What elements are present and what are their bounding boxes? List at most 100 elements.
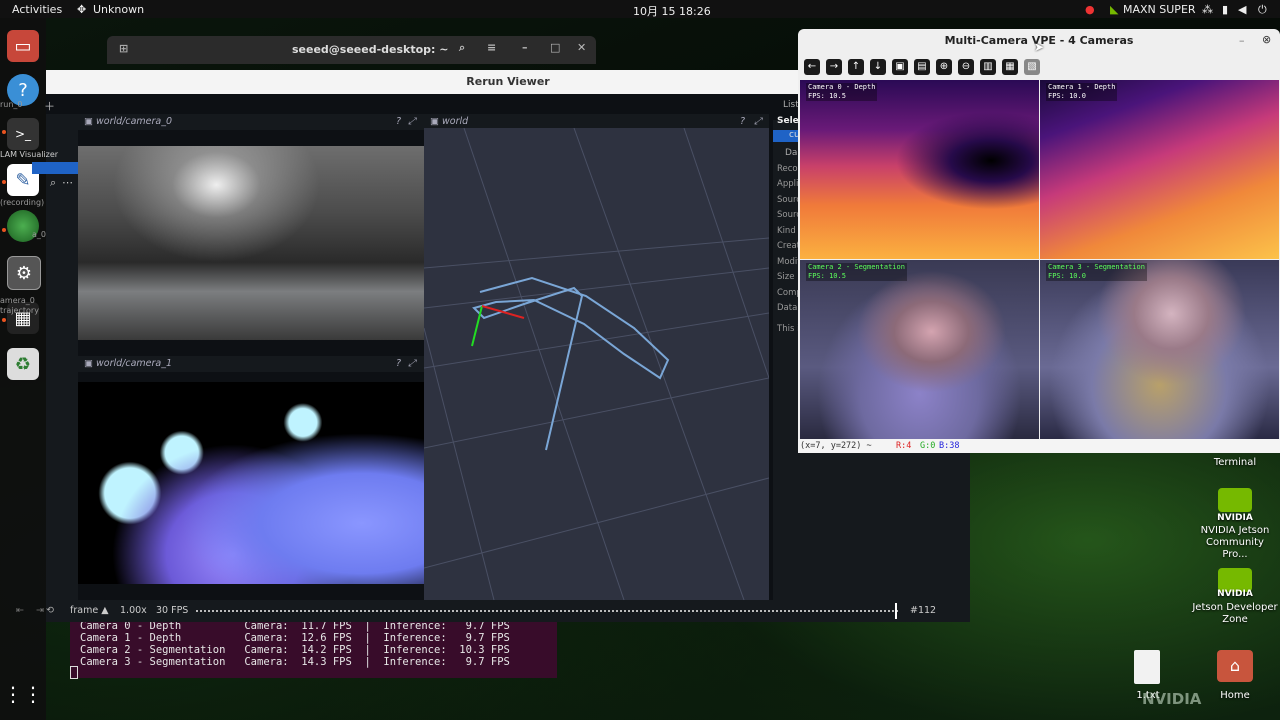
camera-1-depth-view[interactable]: Camera 1 - Depth FPS: 10.0: [1040, 80, 1279, 259]
terminal-icon[interactable]: >_: [7, 118, 39, 150]
home-folder[interactable]: ⌂ Home: [1210, 648, 1260, 704]
image-view-icon: ▣: [84, 116, 93, 127]
minimize-icon[interactable]: –: [1239, 34, 1245, 47]
add-view-icon[interactable]: ＋: [44, 98, 55, 114]
loop-icon[interactable]: ⟲: [46, 605, 54, 616]
app-menu-label[interactable]: Unknown: [93, 3, 144, 16]
help-icon[interactable]: ?: [396, 116, 401, 127]
ground-grid: [423, 127, 770, 601]
app-menu-icon[interactable]: ✥: [77, 3, 86, 16]
more-icon[interactable]: ⋯: [62, 176, 73, 189]
blueprint-item[interactable]: a_0: [32, 230, 46, 239]
zoom-out-icon[interactable]: ⊖: [958, 59, 974, 75]
mic-icon[interactable]: ▮: [1222, 3, 1228, 16]
blueprint-item[interactable]: amera_0: [0, 296, 35, 305]
terminal-line: Camera 1 - Depth Camera: 12.6 FPS | Infe…: [80, 632, 510, 644]
properties-icon[interactable]: ▦: [1002, 59, 1018, 75]
blueprint-item[interactable]: trajectory: [0, 306, 39, 315]
world-3d-view[interactable]: [423, 127, 770, 601]
camera-0-image[interactable]: [78, 146, 424, 340]
maximize-icon[interactable]: ⤢: [408, 358, 416, 369]
camera-3-segmentation-view[interactable]: Camera 3 - Segmentation FPS: 10.0: [1040, 260, 1279, 439]
home-label: Home: [1220, 690, 1250, 701]
volume-icon[interactable]: ◀: [1238, 3, 1246, 16]
terminal-desktop-label[interactable]: Terminal: [1200, 457, 1270, 469]
overlay-icon[interactable]: ▧: [1024, 59, 1040, 75]
down-icon[interactable]: ↓: [870, 59, 886, 75]
panel-title: world/camera_0: [96, 116, 173, 127]
activities-button[interactable]: Activities: [12, 3, 62, 16]
shortcut-label: Jetson Developer Zone: [1192, 602, 1278, 625]
pixel-status-bar: (x=7, y=272) ~ R:4 G:0 B:38: [798, 439, 1280, 453]
clock[interactable]: 10月 15 18:26: [633, 3, 711, 19]
files-icon[interactable]: ▭: [7, 30, 39, 62]
forward-icon[interactable]: →: [826, 59, 842, 75]
help-icon[interactable]: ?: [740, 116, 745, 127]
step-back-icon[interactable]: ⇤: [16, 605, 24, 616]
property-label: Data: [777, 303, 798, 313]
camera-name: Camera 3 - Segmentation: [1048, 263, 1145, 271]
multicam-window: Multi-Camera VPE - 4 Cameras – ⊗ ← → ↑ ↓…: [798, 29, 1280, 453]
camera-name: Camera 1 - Depth: [1048, 83, 1116, 91]
mouse-pointer-icon: ➤: [1034, 40, 1045, 54]
camera-label: Camera 3 - Segmentation FPS: 10.0: [1046, 263, 1147, 281]
up-icon[interactable]: ↑: [848, 59, 864, 75]
section-header[interactable]: Da: [785, 148, 797, 158]
timeline-track[interactable]: [196, 610, 898, 614]
network-icon[interactable]: ⁂: [1202, 3, 1213, 16]
property-label: Creat: [777, 241, 801, 251]
new-tab-icon[interactable]: ⊞: [119, 42, 128, 55]
maximize-icon[interactable]: □: [550, 41, 560, 54]
playback-speed[interactable]: 1.00x: [120, 605, 147, 616]
playback-fps[interactable]: 30 FPS: [156, 605, 188, 616]
running-indicator: [2, 228, 6, 232]
running-indicator: [2, 180, 6, 184]
nvidia-watermark: NVIDIA: [1142, 690, 1202, 708]
app-grid-icon[interactable]: ⋮⋮: [3, 678, 43, 710]
terminal-output[interactable]: Camera 0 - Depth Camera: 11.7 FPS | Infe…: [70, 620, 557, 679]
back-icon[interactable]: ←: [804, 59, 820, 75]
terminal-line: Camera 2 - Segmentation Camera: 14.2 FPS…: [80, 644, 510, 656]
camera-0-panel-header[interactable]: ▣ world/camera_0 ? ⤢: [78, 114, 424, 130]
step-forward-icon[interactable]: ⇥: [36, 605, 44, 616]
zoom-fit-icon[interactable]: ▣: [892, 59, 908, 75]
camera-1-panel-header[interactable]: ▣ world/camera_1 ? ⤢: [78, 356, 424, 372]
minimize-icon[interactable]: –: [522, 41, 528, 54]
camera-2-segmentation-view[interactable]: Camera 2 - Segmentation FPS: 10.5: [800, 260, 1039, 439]
menu-icon[interactable]: ≡: [487, 41, 496, 54]
shortcut-label: NVIDIA Jetson Community Pro...: [1200, 525, 1270, 560]
nvidia-community-shortcut[interactable]: NVIDIA NVIDIA Jetson Community Pro...: [1196, 488, 1274, 560]
nvidia-wordmark: NVIDIA: [1217, 513, 1253, 523]
nvidia-icon: ◣: [1110, 3, 1119, 16]
save-icon[interactable]: ▥: [980, 59, 996, 75]
camera-label: Camera 0 - Depth FPS: 10.5: [806, 83, 878, 101]
blueprint-item[interactable]: LAM Visualizer: [0, 150, 58, 159]
blueprint-item[interactable]: run_0: [0, 100, 23, 109]
power-mode[interactable]: MAXN SUPER: [1123, 3, 1196, 16]
timeline-name: frame: [70, 605, 99, 616]
settings-icon[interactable]: ⚙: [7, 256, 41, 290]
camera-0-depth-view[interactable]: Camera 0 - Depth FPS: 10.5: [800, 80, 1039, 259]
help-icon[interactable]: ?: [396, 358, 401, 369]
selected-blueprint-item[interactable]: [32, 162, 78, 174]
power-icon[interactable]: ⏻: [1258, 3, 1267, 17]
maximize-icon[interactable]: ⤢: [754, 116, 762, 127]
zoom-original-icon[interactable]: ▤: [914, 59, 930, 75]
camera-1-image[interactable]: [78, 382, 424, 584]
jetson-developer-zone-shortcut[interactable]: NVIDIA Jetson Developer Zone: [1192, 568, 1278, 628]
close-icon[interactable]: ✕: [577, 41, 586, 54]
blueprint-item[interactable]: (recording): [0, 198, 44, 207]
terminal-window-titlebar[interactable]: ⊞ seeed@seeed-desktop: ~ ⌕ ≡ – □ ✕: [107, 36, 596, 64]
maximize-icon[interactable]: ⤢: [408, 116, 416, 127]
timeline-playhead[interactable]: [895, 603, 897, 619]
timeline-selector[interactable]: frame ▲: [70, 605, 109, 616]
search-icon[interactable]: ⌕: [459, 41, 465, 55]
camera-fps: FPS: 10.0: [1048, 92, 1086, 100]
property-label: Appli: [777, 179, 799, 189]
search-icon[interactable]: ⌕: [50, 176, 56, 190]
terminal-cursor: [70, 666, 78, 679]
close-icon[interactable]: ⊗: [1262, 33, 1271, 46]
zoom-in-icon[interactable]: ⊕: [936, 59, 952, 75]
pixel-coords: (x=7, y=272) ~: [800, 441, 872, 451]
trash-icon[interactable]: ♻: [7, 348, 39, 380]
